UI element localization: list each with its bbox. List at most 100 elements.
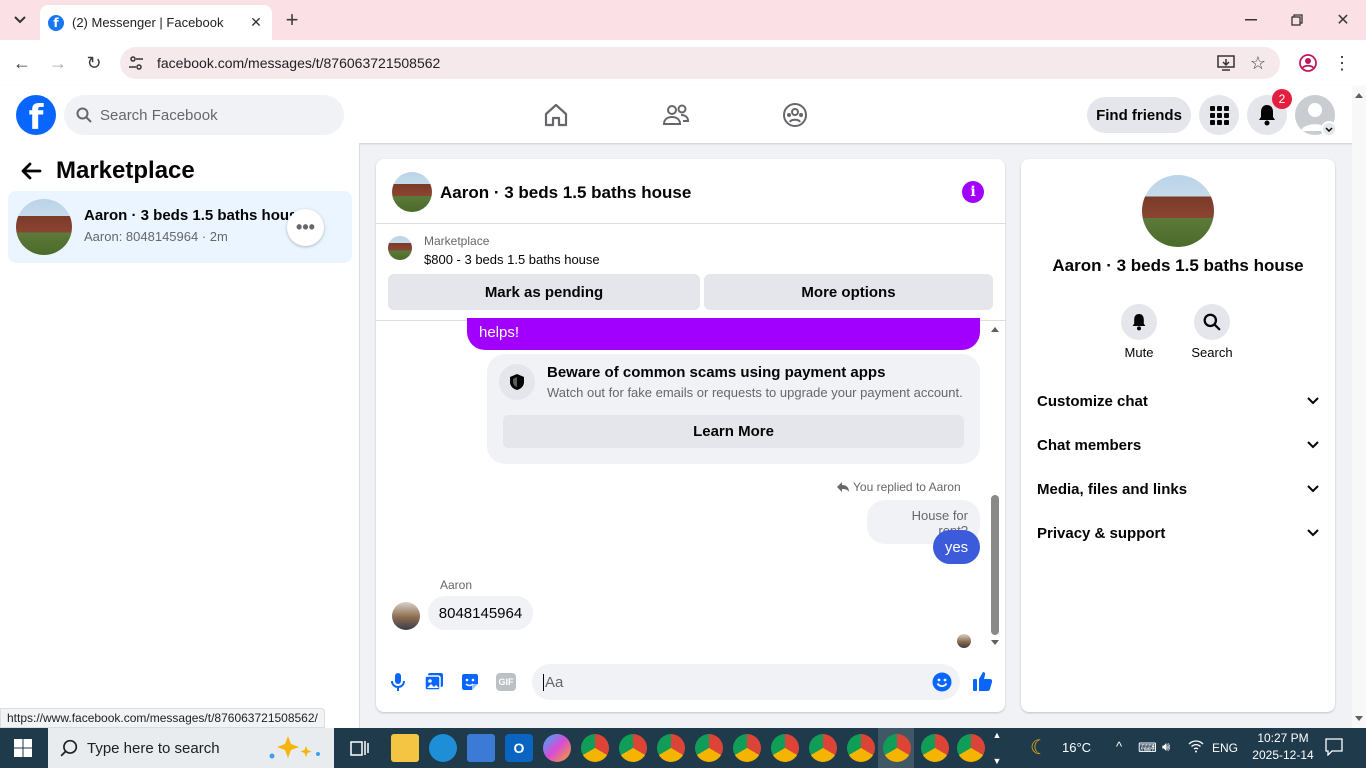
copilot-icon[interactable]	[543, 734, 571, 762]
back-arrow-icon[interactable]	[20, 160, 42, 185]
edge-icon[interactable]	[429, 734, 457, 762]
volume-icon[interactable]: 🔊︎	[1162, 739, 1170, 755]
search-icon	[76, 107, 92, 126]
chrome-profile-icon[interactable]	[657, 734, 685, 762]
menu-grid-icon[interactable]	[1199, 95, 1239, 135]
restore-icon[interactable]	[1283, 6, 1311, 34]
status-link: https://www.facebook.com/messages/t/8760…	[0, 708, 325, 728]
read-receipt-avatar	[957, 634, 971, 648]
mute-label[interactable]: Mute	[1111, 345, 1167, 360]
install-app-icon[interactable]	[1212, 49, 1240, 77]
store-icon[interactable]	[467, 734, 495, 762]
page-scrollbar[interactable]	[1352, 86, 1366, 728]
message-input[interactable]: Aa	[532, 664, 960, 700]
chat-members-label: Chat members	[1037, 436, 1142, 454]
sender-avatar[interactable]	[392, 602, 420, 630]
chat-avatar[interactable]	[392, 172, 432, 212]
tray-chevron-icon[interactable]: ^	[1116, 739, 1122, 754]
scam-warning-desc: Watch out for fake emails or requests to…	[547, 385, 963, 400]
friends-icon[interactable]	[661, 100, 691, 130]
chrome-profile-icon[interactable]	[921, 734, 949, 762]
taskbar-search-placeholder: Type here to search	[87, 739, 220, 757]
listing-source: Marketplace	[424, 234, 490, 248]
chat-members-row[interactable]: Chat members	[1037, 433, 1319, 457]
clock-date[interactable]: 2025-12-14	[1249, 748, 1317, 762]
facebook-search-input[interactable]: Search Facebook	[64, 95, 344, 135]
chevron-down-icon	[1307, 485, 1319, 493]
profile-icon[interactable]	[1294, 49, 1322, 77]
find-friends-button[interactable]: Find friends	[1087, 97, 1191, 133]
chrome-profile-icon[interactable]	[847, 734, 875, 762]
account-chevron-icon[interactable]	[1321, 121, 1337, 137]
home-icon[interactable]	[541, 100, 571, 130]
my-reply-bubble[interactable]: yes	[933, 530, 980, 564]
microphone-icon[interactable]	[389, 672, 407, 695]
weather-temp[interactable]: 16°C	[1062, 740, 1091, 755]
more-options-button[interactable]: More options	[704, 274, 993, 310]
chrome-profile-icon[interactable]	[771, 734, 799, 762]
close-tab-icon[interactable]: ✕	[248, 14, 264, 31]
tab-search-chevron-icon[interactable]	[6, 6, 34, 34]
facebook-logo-icon[interactable]: f	[16, 95, 56, 135]
file-explorer-icon[interactable]	[391, 734, 419, 762]
message-input-placeholder: Aa	[543, 673, 564, 691]
ime-icon[interactable]: ⌨	[1138, 740, 1157, 756]
reply-context-text: You replied to Aaron	[853, 480, 961, 494]
taskbar-overflow-arrows[interactable]: ▲ ▼	[990, 730, 1004, 766]
network-icon[interactable]	[1188, 739, 1204, 756]
gif-icon[interactable]: GIF	[496, 673, 516, 691]
minimize-icon[interactable]	[1237, 6, 1265, 34]
groups-icon[interactable]	[780, 100, 810, 130]
privacy-support-row[interactable]: Privacy & support	[1037, 521, 1319, 545]
marketplace-title: Marketplace	[56, 157, 195, 184]
learn-more-button[interactable]: Learn More	[503, 415, 964, 448]
like-thumb-icon[interactable]	[972, 670, 994, 695]
windows-start-icon[interactable]	[14, 739, 32, 760]
mark-as-pending-button[interactable]: Mark as pending	[388, 274, 700, 310]
listing-description[interactable]: $800 - 3 beds 1.5 baths house	[424, 252, 600, 267]
browser-menu-icon[interactable]: ⋮	[1328, 49, 1356, 77]
chat-title[interactable]: Aaron · 3 beds 1.5 baths house	[440, 183, 691, 203]
reload-icon[interactable]: ↻	[80, 49, 108, 77]
weather-moon-icon[interactable]: ☾	[1030, 735, 1048, 760]
notification-badge: 2	[1272, 89, 1292, 109]
new-tab-icon[interactable]: +	[278, 6, 306, 34]
chrome-profile-icon[interactable]	[695, 734, 723, 762]
close-window-icon[interactable]: ✕	[1329, 6, 1357, 34]
search-label[interactable]: Search	[1184, 345, 1240, 360]
address-bar[interactable]: facebook.com/messages/t/876063721508562	[120, 47, 1280, 79]
conversation-more-icon[interactable]: •••	[287, 209, 324, 246]
listing-thumbnail	[16, 199, 72, 255]
back-icon[interactable]: ←	[8, 49, 36, 77]
notification-center-icon[interactable]	[1325, 738, 1343, 759]
forward-icon[interactable]: →	[44, 49, 72, 77]
browser-tab[interactable]: f (2) Messenger | Facebook ✕	[40, 5, 272, 40]
received-message-bubble[interactable]: 8048145964	[428, 596, 533, 630]
info-icon[interactable]: i	[962, 181, 984, 203]
photo-icon[interactable]	[424, 672, 444, 695]
sticker-icon[interactable]	[460, 672, 480, 695]
customize-chat-label: Customize chat	[1037, 392, 1148, 410]
task-view-icon[interactable]	[349, 738, 371, 761]
chrome-icon[interactable]	[581, 734, 609, 762]
copilot-sparkle-icon[interactable]	[266, 734, 326, 765]
chrome-profile-active-icon[interactable]	[883, 734, 911, 762]
bookmark-star-icon[interactable]: ☆	[1244, 49, 1272, 77]
media-files-row[interactable]: Media, files and links	[1037, 477, 1319, 501]
mute-bell-icon[interactable]	[1121, 304, 1157, 340]
outlook-icon[interactable]: O	[505, 734, 533, 762]
url-text: facebook.com/messages/t/876063721508562	[157, 55, 441, 71]
site-info-icon[interactable]	[128, 55, 144, 71]
chrome-profile-icon[interactable]	[619, 734, 647, 762]
emoji-icon[interactable]	[932, 672, 952, 695]
customize-chat-row[interactable]: Customize chat	[1037, 389, 1319, 413]
chrome-profile-icon[interactable]	[957, 734, 985, 762]
chrome-profile-icon[interactable]	[809, 734, 837, 762]
clock-time[interactable]: 10:27 PM	[1253, 731, 1313, 745]
language-indicator[interactable]: ENG	[1212, 741, 1238, 755]
chat-scrollbar[interactable]	[990, 323, 1000, 649]
chrome-profile-icon[interactable]	[733, 734, 761, 762]
chevron-down-icon	[1307, 397, 1319, 405]
search-in-chat-icon[interactable]	[1194, 304, 1230, 340]
listing-small-thumbnail	[388, 236, 412, 260]
